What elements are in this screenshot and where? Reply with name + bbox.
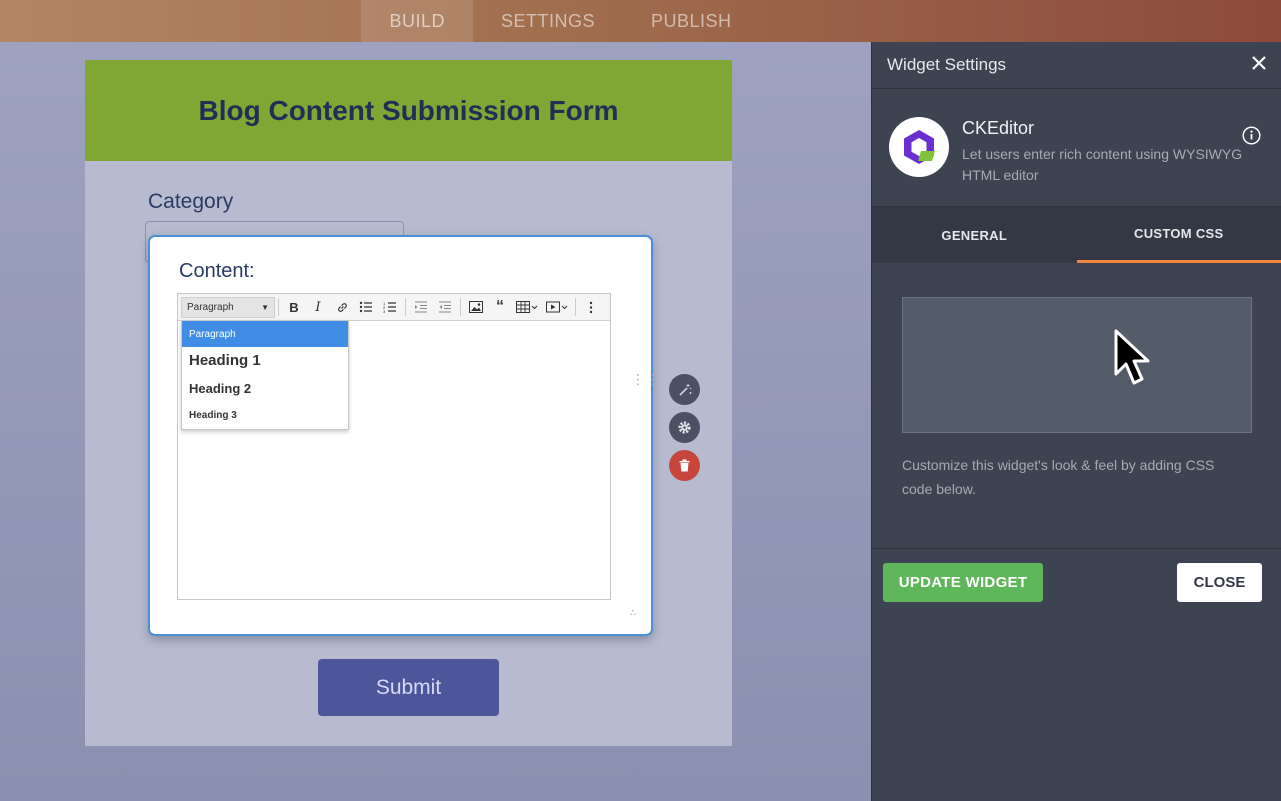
- chevron-down-icon: ▼: [261, 302, 269, 312]
- panel-title: Widget Settings: [887, 55, 1007, 74]
- mouse-cursor-icon: [1113, 328, 1159, 393]
- content-widget-card[interactable]: Content: Paragraph ▼ B I 1 2 3 “ Paragra…: [148, 235, 653, 636]
- ckeditor-logo-icon: [889, 117, 949, 177]
- form-preview: Blog Content Submission Form Category Co…: [85, 60, 732, 746]
- update-widget-button[interactable]: UPDATE WIDGET: [883, 563, 1043, 602]
- heading-dropdown-menu: Paragraph Heading 1 Heading 2 Heading 3: [181, 320, 349, 430]
- custom-css-textarea[interactable]: [902, 297, 1252, 433]
- indent-icon[interactable]: [433, 295, 457, 319]
- toolbar-divider: [575, 298, 576, 316]
- tab-general[interactable]: GENERAL: [872, 207, 1077, 263]
- outdent-icon[interactable]: [409, 295, 433, 319]
- italic-icon[interactable]: I: [306, 295, 330, 319]
- gear-icon[interactable]: [669, 412, 700, 443]
- top-navigation-bar: BUILD SETTINGS PUBLISH: [0, 0, 1281, 42]
- panel-header: Widget Settings: [872, 42, 1281, 89]
- close-icon[interactable]: [1251, 55, 1267, 76]
- widget-settings-panel: Widget Settings CKEditor Let users enter…: [871, 42, 1281, 801]
- toolbar-divider: [460, 298, 461, 316]
- form-title: Blog Content Submission Form: [198, 94, 619, 126]
- numbered-list-icon[interactable]: 123: [378, 295, 402, 319]
- form-header: Blog Content Submission Form: [85, 60, 732, 161]
- toolbar-divider: [278, 298, 279, 316]
- heading-format-select[interactable]: Paragraph ▼: [181, 296, 275, 318]
- editor-toolbar: Paragraph ▼ B I 123 “: [178, 294, 610, 321]
- builder-tabs: BUILD SETTINGS PUBLISH: [361, 0, 759, 42]
- settings-tabs: GENERAL CUSTOM CSS: [872, 207, 1281, 263]
- content-label: Content:: [179, 260, 255, 282]
- submit-button[interactable]: Submit: [318, 659, 499, 716]
- drag-handle-icon[interactable]: ⋮⋮: [631, 372, 661, 386]
- svg-text:3: 3: [383, 309, 386, 313]
- widget-name: CKEditor: [962, 118, 1035, 138]
- panel-footer: UPDATE WIDGET CLOSE: [872, 549, 1281, 621]
- widget-description: Let users enter rich content using WYSIW…: [962, 146, 1243, 183]
- dropdown-item-heading-3[interactable]: Heading 3: [182, 402, 348, 429]
- toolbar-divider: [405, 298, 406, 316]
- trash-icon[interactable]: [669, 450, 700, 481]
- close-button[interactable]: CLOSE: [1177, 563, 1262, 602]
- table-icon[interactable]: [512, 295, 542, 319]
- media-icon[interactable]: [542, 295, 572, 319]
- blockquote-icon[interactable]: “: [488, 295, 512, 319]
- custom-css-hint: Customize this widget's look & feel by a…: [902, 457, 1215, 497]
- heading-format-value: Paragraph: [187, 301, 234, 313]
- bulleted-list-icon[interactable]: [354, 295, 378, 319]
- image-icon[interactable]: [464, 295, 488, 319]
- link-icon[interactable]: [330, 295, 354, 319]
- magic-wand-icon[interactable]: [669, 374, 700, 405]
- resize-handle-icon[interactable]: ∴: [630, 608, 636, 619]
- more-icon[interactable]: [579, 295, 603, 319]
- dropdown-item-heading-2[interactable]: Heading 2: [182, 374, 348, 402]
- widget-info: CKEditor Let users enter rich content us…: [872, 89, 1281, 207]
- bold-icon[interactable]: B: [282, 295, 306, 319]
- custom-css-section: Customize this widget's look & feel by a…: [872, 263, 1281, 549]
- rich-text-editor[interactable]: Paragraph ▼ B I 123 “ Paragraph Heading …: [177, 293, 611, 600]
- tab-settings[interactable]: SETTINGS: [473, 0, 623, 42]
- tab-custom-css[interactable]: CUSTOM CSS: [1076, 207, 1281, 263]
- tab-build[interactable]: BUILD: [361, 0, 473, 42]
- tab-publish[interactable]: PUBLISH: [623, 0, 760, 42]
- dropdown-item-heading-1[interactable]: Heading 1: [182, 347, 348, 374]
- category-label: Category: [148, 190, 234, 213]
- info-icon[interactable]: [1242, 126, 1261, 150]
- dropdown-item-paragraph[interactable]: Paragraph: [182, 321, 348, 347]
